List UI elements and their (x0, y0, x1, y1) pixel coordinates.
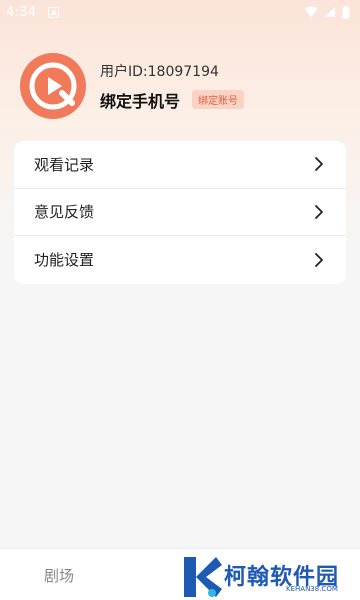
signal-icon (325, 7, 335, 17)
nav-tab-theater[interactable]: 剧场 (44, 565, 74, 586)
menu-item-label: 功能设置 (34, 251, 95, 270)
bottom-nav: 剧场 柯翰软件园 KEHAN38.COM (0, 548, 360, 600)
status-icons (304, 5, 350, 19)
menu-item-label: 意见反馈 (34, 203, 95, 222)
menu-card: 观看记录 意见反馈 功能设置 (14, 141, 346, 284)
watermark: 柯翰软件园 KEHAN38.COM (178, 553, 360, 599)
menu-item-label: 观看记录 (34, 155, 95, 174)
menu-item-settings[interactable]: 功能设置 (14, 236, 346, 284)
battery-icon (342, 5, 350, 18)
chevron-right-icon (315, 157, 323, 172)
watermark-logo (184, 557, 222, 597)
wifi-icon (304, 6, 318, 17)
status-time: 4:34 (6, 4, 37, 20)
bind-account-badge[interactable]: 绑定账号 (192, 90, 245, 109)
chevron-right-icon (315, 204, 323, 219)
notification-icon: ▲ (48, 6, 60, 18)
chevron-right-icon (315, 253, 323, 267)
bind-row: 绑定手机号 绑定账号 (100, 88, 245, 112)
user-id: 用户ID:18097194 (100, 63, 219, 80)
profile-info: 用户ID:18097194 绑定手机号 绑定账号 (100, 61, 245, 112)
menu-item-feedback[interactable]: 意见反馈 (14, 189, 346, 237)
menu-item-watch-history[interactable]: 观看记录 (14, 141, 346, 189)
bind-phone-link[interactable]: 绑定手机号 (100, 88, 180, 112)
watermark-url: KEHAN38.COM (286, 585, 338, 593)
status-bar: 4:34 ▲ (0, 0, 360, 24)
avatar[interactable] (20, 53, 86, 119)
profile-header: 用户ID:18097194 绑定手机号 绑定账号 (20, 53, 340, 119)
